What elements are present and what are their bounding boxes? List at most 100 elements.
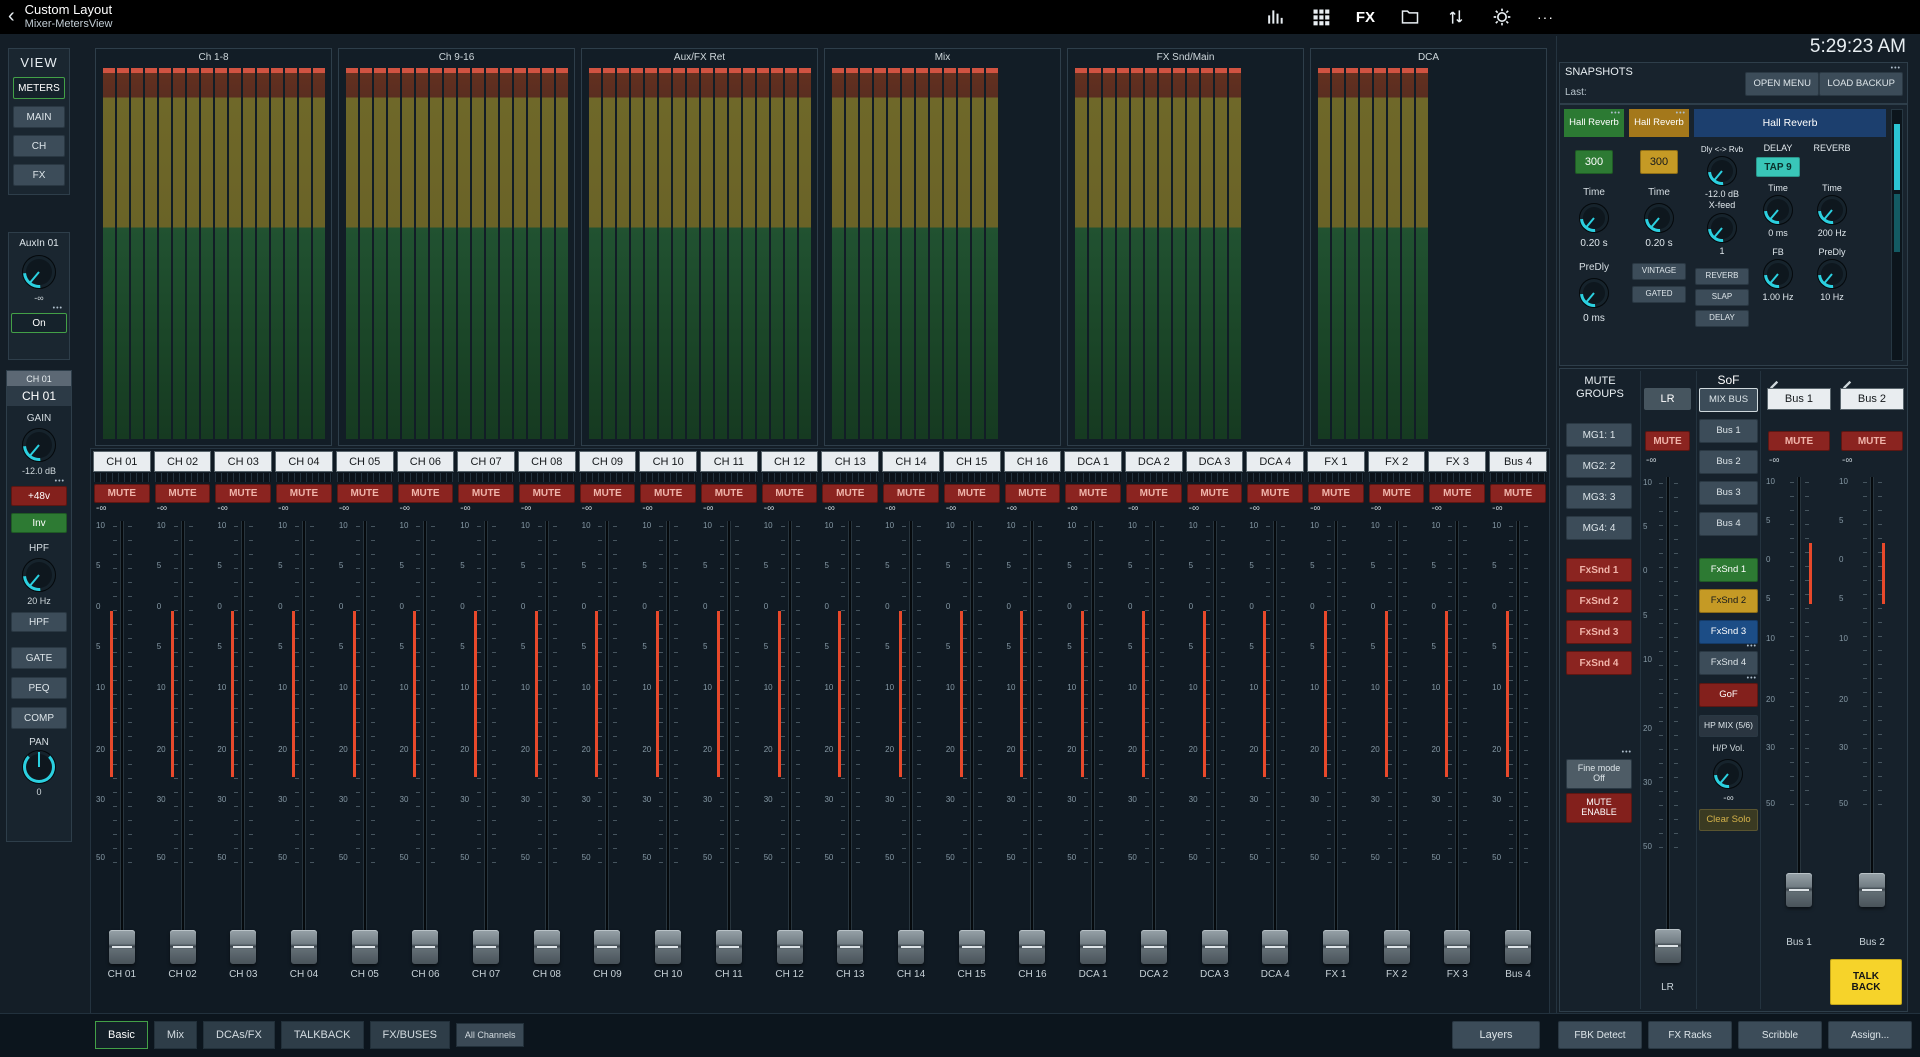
mute-group-4-button[interactable]: MG4: 4 — [1566, 516, 1632, 540]
fader-handle[interactable] — [594, 930, 620, 964]
fader-track[interactable] — [1213, 521, 1217, 962]
fader-track[interactable] — [1091, 521, 1095, 962]
strip-name-button[interactable]: DCA 2 — [1125, 451, 1183, 472]
lr-name-button[interactable]: LR — [1644, 388, 1691, 410]
mute-group-1-button[interactable]: MG1: 1 — [1566, 423, 1632, 447]
sof-bus-1-button[interactable]: Bus 1 — [1699, 419, 1758, 443]
fx3-tap-button[interactable]: TAP 9 — [1756, 157, 1800, 177]
fader-track[interactable] — [181, 521, 185, 962]
sof-bus-2-button[interactable]: Bus 2 — [1699, 450, 1758, 474]
view-button-meters[interactable]: METERS — [13, 77, 65, 99]
phantom-48v-button[interactable]: +48v — [11, 486, 67, 506]
strip-mute-button[interactable]: MUTE — [701, 484, 757, 503]
peq-button[interactable]: PEQ — [11, 677, 67, 699]
fader-handle[interactable] — [1323, 930, 1349, 964]
sof-fxsnd-2-button[interactable]: FxSnd 2 — [1699, 589, 1758, 613]
strip-name-button[interactable]: CH 01 — [93, 451, 151, 472]
fader-handle[interactable] — [1141, 930, 1167, 964]
sof-bus-3-button[interactable]: Bus 3 — [1699, 481, 1758, 505]
strip-mute-button[interactable]: MUTE — [398, 484, 454, 503]
strip-mute-button[interactable]: MUTE — [337, 484, 393, 503]
fx3-mix-knob[interactable] — [1707, 156, 1737, 186]
fader-track[interactable] — [666, 521, 670, 962]
fader-track[interactable] — [1395, 521, 1399, 962]
fader-track[interactable] — [545, 521, 549, 962]
bus-mute-button[interactable]: MUTE — [1768, 431, 1830, 451]
strip-name-button[interactable]: CH 09 — [579, 451, 637, 472]
strip-mute-button[interactable]: MUTE — [215, 484, 271, 503]
strip-name-button[interactable]: FX 2 — [1368, 451, 1426, 472]
fader-track[interactable] — [727, 521, 731, 962]
fader-track[interactable] — [363, 521, 367, 962]
fader-track[interactable] — [970, 521, 974, 962]
fader-track[interactable] — [302, 521, 306, 962]
strip-name-button[interactable]: CH 10 — [639, 451, 697, 472]
strip-mute-button[interactable]: MUTE — [1126, 484, 1182, 503]
fader-handle[interactable] — [230, 930, 256, 964]
fx3-fb-knob[interactable] — [1763, 259, 1793, 289]
fader-track[interactable] — [1455, 521, 1459, 962]
strip-name-button[interactable]: FX 3 — [1428, 451, 1486, 472]
strip-mute-button[interactable]: MUTE — [276, 484, 332, 503]
strip-mute-button[interactable]: MUTE — [640, 484, 696, 503]
strip-mute-button[interactable]: MUTE — [1065, 484, 1121, 503]
fx2-value-button[interactable]: 300 — [1640, 150, 1678, 174]
fx3-xfeed-knob[interactable] — [1707, 213, 1737, 243]
fx1-time-knob[interactable] — [1579, 203, 1609, 233]
tab-all-channels[interactable]: All Channels — [456, 1023, 525, 1047]
fader-track[interactable] — [120, 521, 124, 962]
strip-mute-button[interactable]: MUTE — [1490, 484, 1546, 503]
fx1-title[interactable]: Hall Reverb ••• — [1564, 109, 1624, 137]
strip-mute-button[interactable]: MUTE — [155, 484, 211, 503]
strip-name-button[interactable]: CH 03 — [214, 451, 272, 472]
fader-handle[interactable] — [1262, 930, 1288, 964]
fader-handle[interactable] — [170, 930, 196, 964]
hpf-button[interactable]: HPF — [11, 612, 67, 632]
fader-track[interactable] — [1666, 477, 1670, 961]
open-menu-button[interactable]: OPEN MENU — [1745, 72, 1819, 96]
strip-name-button[interactable]: CH 06 — [397, 451, 455, 472]
lr-mute-button[interactable]: MUTE — [1645, 431, 1690, 451]
strip-mute-button[interactable]: MUTE — [1247, 484, 1303, 503]
fader-handle[interactable] — [777, 930, 803, 964]
strip-mute-button[interactable]: MUTE — [458, 484, 514, 503]
edit-pencil-icon[interactable] — [1842, 377, 1852, 387]
strip-name-button[interactable]: CH 07 — [457, 451, 515, 472]
strip-mute-button[interactable]: MUTE — [1187, 484, 1243, 503]
fx3-title[interactable]: Hall Reverb — [1694, 109, 1886, 137]
tab-talkback[interactable]: TALKBACK — [281, 1021, 364, 1049]
strip-name-button[interactable]: DCA 1 — [1064, 451, 1122, 472]
fine-mode-button[interactable]: Fine mode Off — [1566, 759, 1632, 789]
fx1-menu-dots[interactable]: ••• — [1611, 110, 1621, 117]
snapshots-menu-dots[interactable]: ••• — [1891, 65, 1901, 72]
fx-racks-button[interactable]: FX Racks — [1648, 1021, 1732, 1049]
fx-icon[interactable]: FX — [1356, 6, 1375, 28]
fx3-delay-time-knob[interactable] — [1763, 195, 1793, 225]
load-backup-button[interactable]: LOAD BACKUP — [1819, 72, 1903, 96]
folder-icon[interactable] — [1399, 6, 1421, 28]
fader-track[interactable] — [423, 521, 427, 962]
fader-track[interactable] — [909, 521, 913, 962]
strip-name-button[interactable]: CH 13 — [821, 451, 879, 472]
pan-knob[interactable] — [22, 750, 56, 784]
tab-dcas-fx[interactable]: DCAs/FX — [203, 1021, 275, 1049]
invert-button[interactable]: Inv — [11, 513, 67, 533]
fader-handle[interactable] — [655, 930, 681, 964]
fader-handle[interactable] — [534, 930, 560, 964]
hp-mix-button[interactable]: HP MIX (5/6) — [1699, 715, 1758, 737]
strip-name-button[interactable]: DCA 3 — [1186, 451, 1244, 472]
fader-handle[interactable] — [1859, 873, 1885, 907]
tab-fx-buses[interactable]: FX/BUSES — [370, 1021, 450, 1049]
strip-name-button[interactable]: CH 08 — [518, 451, 576, 472]
strip-name-button[interactable]: CH 04 — [275, 451, 333, 472]
fader-track[interactable] — [241, 521, 245, 962]
fader-track[interactable] — [1870, 477, 1874, 905]
sof-fxsnd-1-button[interactable]: FxSnd 1 — [1699, 558, 1758, 582]
assign-button[interactable]: Assign... — [1828, 1021, 1912, 1049]
fader-handle[interactable] — [898, 930, 924, 964]
aux-on-button[interactable]: On — [11, 313, 67, 333]
gain-knob[interactable] — [22, 428, 56, 462]
mute-fxsnd-4-button[interactable]: FxSnd 4 — [1566, 651, 1632, 675]
strip-name-button[interactable]: CH 12 — [761, 451, 819, 472]
sof-gof-button[interactable]: GoF — [1699, 683, 1758, 707]
